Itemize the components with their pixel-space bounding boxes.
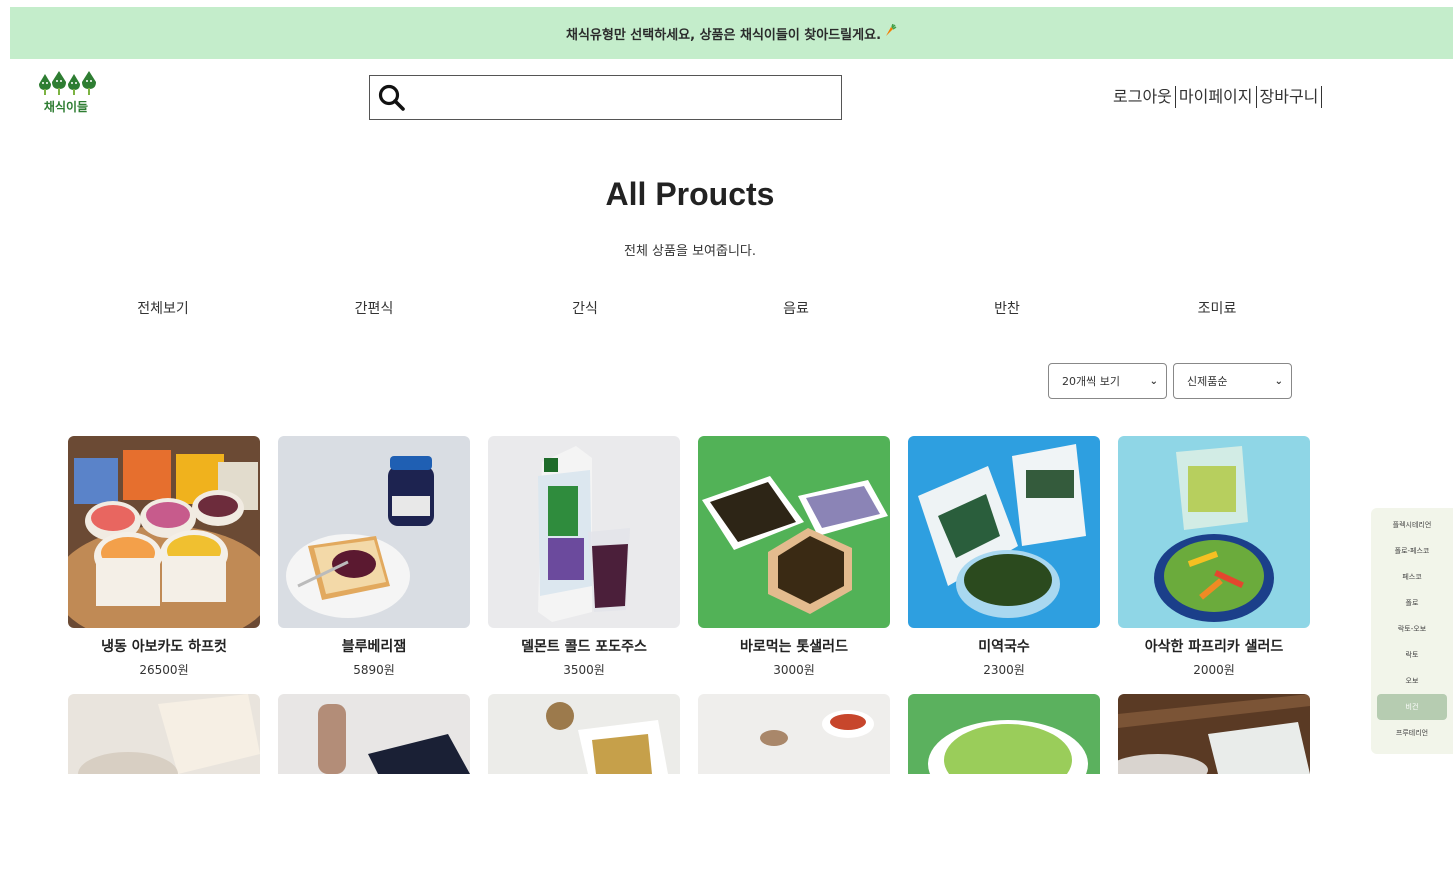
product-name[interactable]: 냉동 아보카도 하프컷	[68, 636, 260, 656]
vegan-type-sidebar: 플렉시테리언 폴로-페스코 페스코 폴로 락토-오보 락토 오보 비건 프루테리…	[1371, 508, 1453, 754]
category-tabs: 전체보기 간편식 간식 음료 반찬 조미료	[0, 298, 1440, 320]
product-card[interactable]	[68, 694, 260, 886]
vegan-type-lacto-ovo[interactable]: 락토-오보	[1377, 616, 1447, 642]
vegan-type-flexitarian[interactable]: 플렉시테리언	[1377, 512, 1447, 538]
product-image-seaweed-noodle[interactable]	[908, 436, 1100, 628]
chevron-down-icon: ⌄	[1274, 375, 1283, 387]
vegan-type-pollo[interactable]: 폴로	[1377, 590, 1447, 616]
product-image[interactable]	[278, 694, 470, 886]
product-image[interactable]	[488, 694, 680, 886]
carrot-icon	[883, 23, 897, 42]
category-tab-seasoning[interactable]: 조미료	[1198, 298, 1237, 318]
product-card[interactable]	[278, 694, 470, 886]
product-name[interactable]: 바로먹는 톳샐러드	[698, 636, 890, 656]
product-image[interactable]	[698, 694, 890, 886]
search-bar[interactable]	[369, 75, 842, 120]
product-price: 5890원	[353, 663, 395, 677]
vegan-type-lacto[interactable]: 락토	[1377, 642, 1447, 668]
product-name[interactable]: 아삭한 파프리카 샐러드	[1118, 636, 1310, 656]
trees-logo-icon	[39, 71, 96, 95]
chevron-down-icon: ⌄	[1149, 375, 1158, 387]
cart-link[interactable]: 장바구니	[1257, 86, 1323, 108]
product-card[interactable]	[698, 694, 890, 886]
product-image[interactable]	[1118, 694, 1310, 886]
product-price: 3500원	[563, 663, 605, 677]
product-name[interactable]: 블루베리잼	[278, 636, 470, 656]
search-icon[interactable]	[377, 83, 407, 113]
page-subtitle: 전체 상품을 보여줍니다.	[624, 244, 756, 259]
product-name[interactable]: 미역국수	[908, 636, 1100, 656]
page-size-select[interactable]: 20개씩 보기 ⌄	[1048, 363, 1167, 399]
product-name[interactable]: 델몬트 콜드 포도주스	[488, 636, 680, 656]
product-card[interactable]: 바로먹는 톳샐러드 3000원	[698, 436, 890, 678]
vegan-type-pollo-pesco[interactable]: 폴로-페스코	[1377, 538, 1447, 564]
logout-link[interactable]: 로그아웃	[1113, 86, 1176, 108]
user-nav: 로그아웃 마이페이지 장바구니	[1113, 86, 1323, 108]
sort-value: 신제품순	[1187, 375, 1228, 388]
vegan-type-fruitarian[interactable]: 프루테리언	[1377, 720, 1447, 746]
vegan-type-vegan[interactable]: 비건	[1377, 694, 1447, 720]
list-controls: 20개씩 보기 ⌄ 신제품순 ⌄	[1048, 363, 1292, 399]
category-tab-all[interactable]: 전체보기	[137, 298, 189, 318]
product-image-blueberry-jam[interactable]	[278, 436, 470, 628]
top-banner: 채식유형만 선택하세요, 상품은 채식이들이 찾아드릴게요.	[10, 7, 1453, 59]
category-tab-simple-meal[interactable]: 간편식	[355, 298, 394, 318]
product-card[interactable]	[1118, 694, 1310, 886]
product-image-hijiki-salad[interactable]	[698, 436, 890, 628]
brand-logo[interactable]: 채식이들	[37, 70, 101, 122]
product-price: 2300원	[983, 663, 1025, 677]
product-price: 26500원	[139, 663, 189, 677]
sort-select[interactable]: 신제품순 ⌄	[1173, 363, 1292, 399]
product-image[interactable]	[68, 694, 260, 886]
product-image-avocado[interactable]	[68, 436, 260, 628]
vegan-type-pesco[interactable]: 페스코	[1377, 564, 1447, 590]
product-price: 3000원	[773, 663, 815, 677]
product-card[interactable]: 블루베리잼 5890원	[278, 436, 470, 678]
product-card[interactable]	[488, 694, 680, 886]
product-image-grape-juice[interactable]	[488, 436, 680, 628]
page-size-value: 20개씩 보기	[1062, 375, 1120, 388]
page-title: All Proucts	[605, 176, 775, 212]
vegan-type-ovo[interactable]: 오보	[1377, 668, 1447, 694]
product-card[interactable]: 냉동 아보카도 하프컷 26500원	[68, 436, 260, 678]
product-card[interactable]: 아삭한 파프리카 샐러드 2000원	[1118, 436, 1310, 678]
search-input[interactable]	[407, 75, 841, 120]
product-image-paprika-salad[interactable]	[1118, 436, 1310, 628]
banner-text: 채식유형만 선택하세요, 상품은 채식이들이 찾아드릴게요.	[565, 27, 882, 43]
category-tab-snack[interactable]: 간식	[572, 298, 598, 318]
mypage-link[interactable]: 마이페이지	[1176, 86, 1257, 108]
product-price: 2000원	[1193, 663, 1235, 677]
category-tab-side-dish[interactable]: 반찬	[994, 298, 1020, 318]
product-card[interactable]	[908, 694, 1100, 886]
category-tab-drink[interactable]: 음료	[783, 298, 809, 318]
product-card[interactable]: 델몬트 콜드 포도주스 3500원	[488, 436, 680, 678]
product-image[interactable]	[908, 694, 1100, 886]
product-card[interactable]: 미역국수 2300원	[908, 436, 1100, 678]
brand-name: 채식이들	[43, 100, 89, 114]
